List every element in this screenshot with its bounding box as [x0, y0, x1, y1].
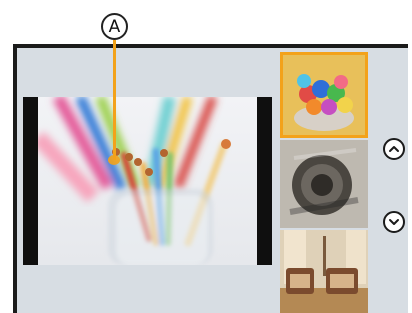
- thumbnail-room[interactable]: [280, 230, 368, 313]
- preview-photo: [38, 97, 257, 265]
- scroll-down-button[interactable]: [383, 211, 405, 233]
- chevron-down-icon: [389, 219, 399, 225]
- callout-leader-line: [113, 40, 116, 160]
- callout-marker: A: [101, 13, 128, 40]
- callout-label: A: [108, 16, 121, 37]
- callout-target-dot: [108, 155, 120, 165]
- playback-screen-illustration: A: [0, 0, 412, 313]
- pencils-image: [38, 97, 257, 265]
- candy-bowl-image: [283, 55, 365, 135]
- thumbnail-camera[interactable]: [280, 140, 368, 228]
- scroll-up-button[interactable]: [383, 138, 405, 160]
- main-preview: [23, 97, 272, 265]
- chevron-up-icon: [389, 146, 399, 152]
- room-image: [280, 230, 368, 313]
- thumbnail-candy-selected[interactable]: [280, 52, 368, 138]
- camera-image: [280, 140, 368, 228]
